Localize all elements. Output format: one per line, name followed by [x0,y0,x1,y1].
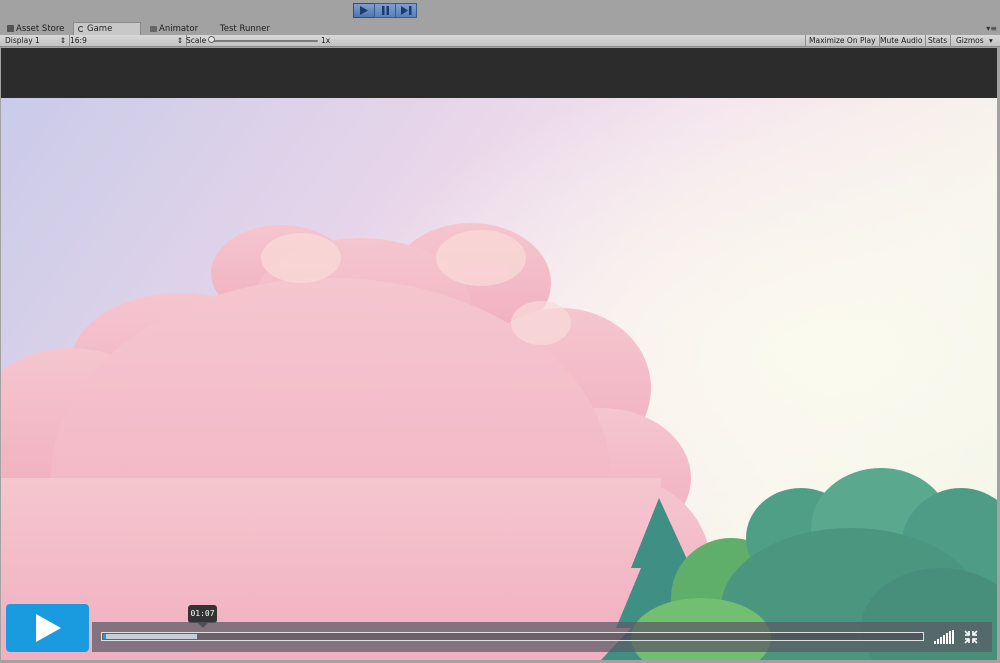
progress-bar[interactable] [101,632,924,641]
display-dropdown[interactable]: Display 1 ⇕ [2,35,70,46]
play-icon [360,6,368,15]
step-button[interactable] [395,3,417,18]
volume-icon[interactable] [934,630,954,644]
progress-loaded [103,634,197,639]
play-button[interactable] [353,3,375,18]
mute-audio-toggle[interactable]: Mute Audio [877,35,927,46]
aspect-dropdown[interactable]: 16:9 ⇕ [67,35,187,46]
store-icon [7,25,14,32]
stats-toggle[interactable]: Stats [925,35,952,46]
aspect-value: 16:9 [70,36,87,45]
tab-label: Test Runner [220,24,270,34]
scale-slider-thumb[interactable] [208,36,215,43]
gizmos-dropdown[interactable]: Gizmos ▾ [953,35,996,46]
tab-label: Game [87,24,113,34]
progress-played [103,634,106,639]
step-icon [400,6,411,15]
play-icon [35,614,61,642]
tab-label: Animator [159,24,199,34]
maximize-on-play-toggle[interactable]: Maximize On Play [805,35,880,46]
tab-test-runner[interactable]: Test Runner [216,23,274,35]
tab-menu-icon[interactable]: ▾≡ [986,24,997,33]
scale-value: 1x [321,36,331,45]
exit-fullscreen-icon[interactable] [964,630,978,644]
scale-slider-track[interactable] [212,40,318,42]
editor-tabbar: Asset Store Game Animator Test Runner ▾≡ [0,22,1000,35]
scale-label: Scale [186,36,207,45]
video-frame[interactable] [1,98,997,660]
tab-label: Asset Store [16,24,65,34]
animator-icon [150,26,157,32]
display-value: Display 1 [5,36,40,45]
tab-asset-store[interactable]: Asset Store [3,23,68,35]
chevron-down-icon: ▾ [989,36,993,45]
main-toolbar [0,0,1000,22]
letterbox-bar [1,48,997,98]
playmode-controls [353,3,417,20]
gizmos-label: Gizmos [956,36,984,45]
video-play-button[interactable] [6,604,89,652]
video-controls-bar [92,622,992,652]
tab-animator[interactable]: Animator [146,23,202,35]
time-tooltip: 01:07 [188,605,217,623]
dropdown-arrows-icon: ⇕ [59,36,66,45]
tab-game[interactable]: Game [73,22,141,35]
game-icon [78,26,84,32]
scene-illustration [1,98,997,660]
pause-button[interactable] [374,3,396,18]
pause-icon [381,6,389,15]
game-control-bar: Display 1 ⇕ 16:9 ⇕ Scale 1x Maximize On … [0,35,1000,47]
